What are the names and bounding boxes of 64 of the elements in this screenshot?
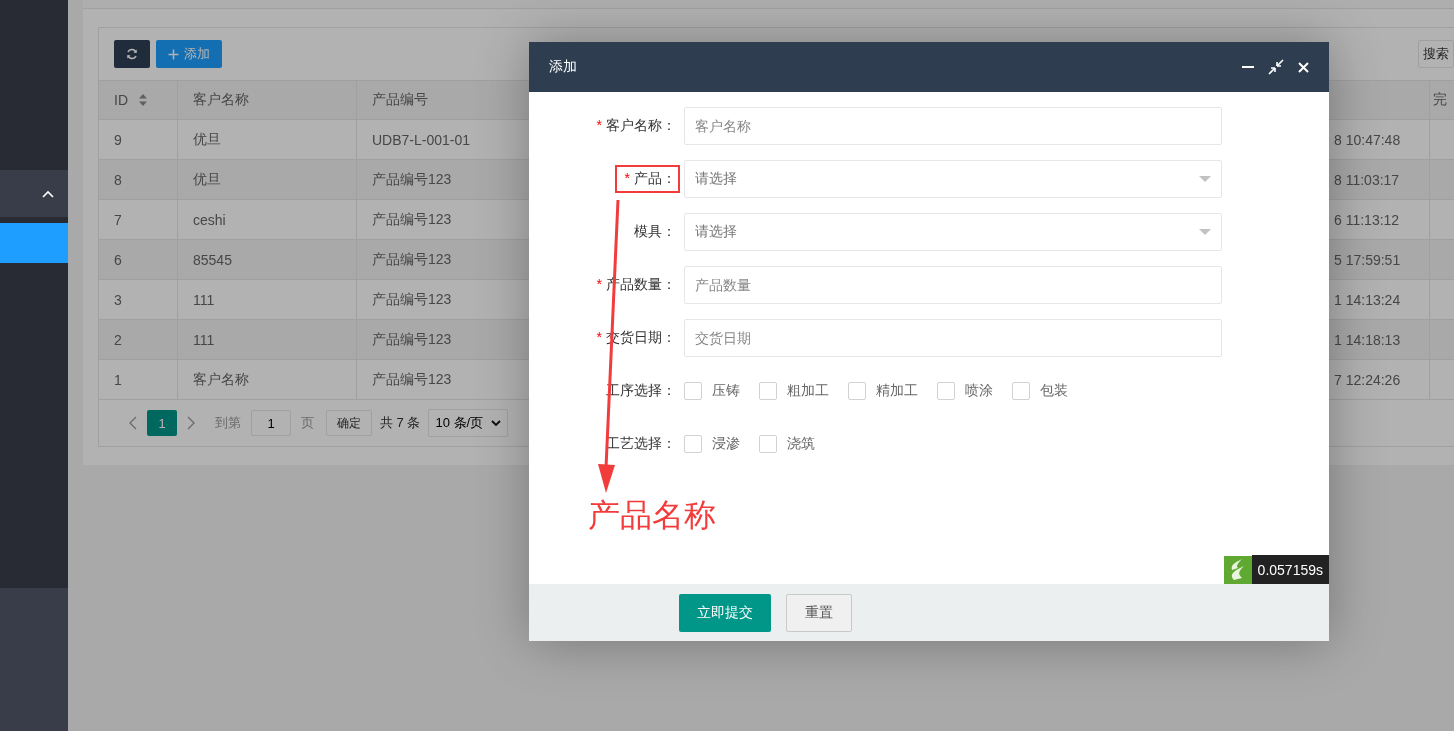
checkbox-label: 压铸 [712, 382, 740, 400]
table-cell: 优旦 [178, 120, 357, 159]
caret-icon [1199, 176, 1211, 182]
goto-label: 到第 [215, 414, 241, 432]
table-cell: 3 [99, 280, 178, 319]
checkbox[interactable] [937, 382, 955, 400]
field-label: * 产品： [614, 165, 680, 193]
flame-logo-icon[interactable] [1223, 555, 1252, 584]
dialog-title: 添加 [549, 58, 577, 76]
table-cell: 111 [178, 320, 357, 359]
column-header: ID [99, 81, 178, 119]
table-cell: 2 [99, 320, 178, 359]
checkbox-label: 浇筑 [787, 435, 815, 453]
checkbox[interactable] [759, 435, 777, 453]
page-size-select[interactable]: 10 条/页 [428, 409, 509, 437]
checkbox[interactable] [684, 382, 702, 400]
refresh-button[interactable] [114, 40, 150, 68]
table-cell: 85545 [178, 240, 357, 279]
submit-button[interactable]: 立即提交 [679, 593, 771, 632]
restore-icon[interactable] [1268, 59, 1284, 75]
page-unit-label: 页 [301, 414, 314, 432]
prev-page-icon[interactable] [129, 416, 137, 430]
column-header: 客户名称 [178, 81, 357, 119]
reset-button[interactable]: 重置 [786, 593, 852, 632]
page-input[interactable]: 1 [251, 410, 291, 436]
sort-icon[interactable] [138, 93, 148, 107]
table-cell: 7 [99, 200, 178, 239]
select-field[interactable]: 请选择 [684, 213, 1222, 251]
table-cell: 1 [99, 360, 178, 399]
checkbox[interactable] [684, 435, 702, 453]
table-cell: 优旦 [178, 160, 357, 199]
plus-icon [168, 48, 179, 60]
table-cell: 8 [99, 160, 178, 199]
checkbox-label: 喷涂 [965, 382, 993, 400]
confirm-button[interactable]: 确定 [326, 410, 372, 436]
checkbox-label: 粗加工 [787, 382, 829, 400]
checkbox[interactable] [848, 382, 866, 400]
sidebar-menu-item[interactable] [0, 223, 68, 263]
text-input[interactable]: 产品数量 [684, 266, 1222, 304]
total-count: 共 7 条 [380, 414, 421, 432]
table-cell: 6 [99, 240, 178, 279]
sidebar-menu-group[interactable] [0, 170, 68, 217]
select-field[interactable]: 请选择 [684, 160, 1222, 198]
field-label: 模具： [633, 222, 677, 241]
refresh-icon [126, 48, 138, 60]
next-page-icon[interactable] [187, 416, 195, 430]
close-icon[interactable] [1298, 61, 1309, 73]
search-button[interactable]: 搜索 [1418, 40, 1454, 68]
checkbox-label: 包装 [1040, 382, 1068, 400]
checkbox-label: 浸渗 [712, 435, 740, 453]
chevron-down-icon [491, 419, 502, 427]
table-cell: ceshi [178, 200, 357, 239]
table-cell: 9 [99, 120, 178, 159]
caret-icon [1199, 229, 1211, 235]
timer-badge: 0.057159s [1251, 555, 1329, 584]
text-input[interactable]: 客户名称 [684, 107, 1222, 145]
annotation-text: 产品名称 [588, 496, 716, 535]
table-cell: 客户名称 [178, 360, 357, 399]
text-input[interactable]: 交货日期 [684, 319, 1222, 357]
table-cell: 111 [178, 280, 357, 319]
column-header: 完 [1432, 90, 1448, 109]
checkbox[interactable] [759, 382, 777, 400]
checkbox-label: 精加工 [876, 382, 918, 400]
checkbox[interactable] [1012, 382, 1030, 400]
